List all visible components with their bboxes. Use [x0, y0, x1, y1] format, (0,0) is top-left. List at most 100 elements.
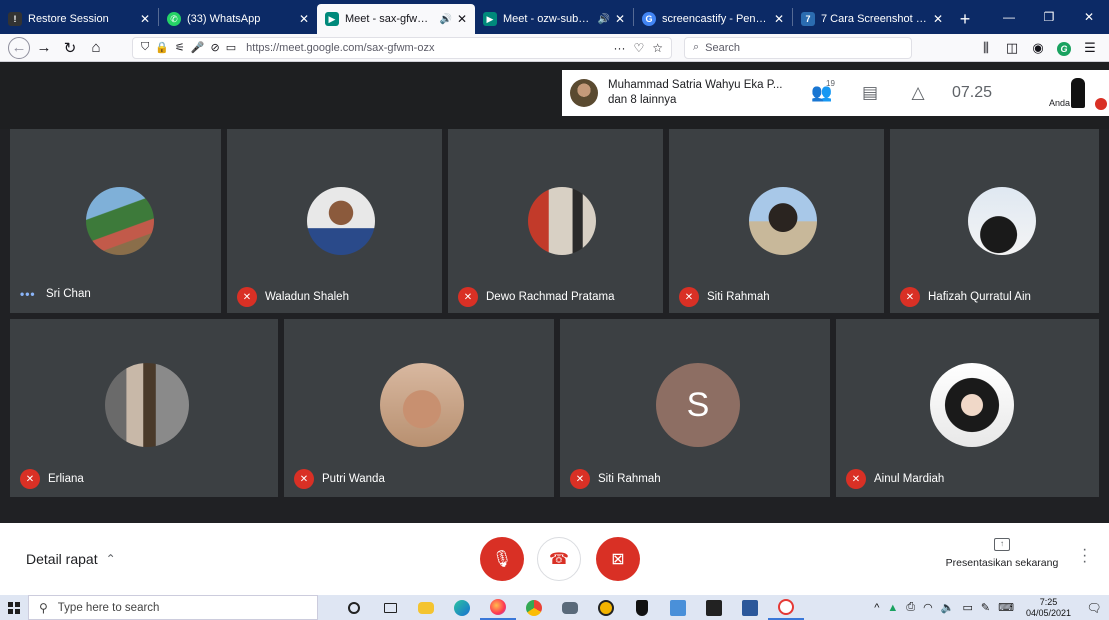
taskbar-search-placeholder: Type here to search [57, 601, 160, 614]
toggle-camera-button[interactable]: ⊠ [596, 537, 640, 581]
screen-recorder-button[interactable] [768, 595, 804, 620]
whatsapp-icon: ✆ [167, 12, 181, 26]
participant-tile[interactable]: ✕ Hafizah Qurratul Ain [890, 129, 1099, 313]
participant-name-label: Putri Wanda [322, 473, 385, 485]
mic-off-icon: ✕ [458, 287, 478, 307]
participant-avatar [528, 187, 596, 255]
forward-button[interactable]: → [32, 36, 56, 60]
permissions-icon[interactable]: ⚟ [175, 41, 185, 54]
participant-tile[interactable]: ✕ Erliana [10, 319, 278, 503]
participant-avatar [380, 363, 464, 447]
participant-tile[interactable]: ✕ Ainul Mardiah [836, 319, 1099, 503]
close-window-button[interactable]: ✕ [1069, 0, 1109, 34]
tab-label: Meet - sax-gfwm-ozx [345, 13, 437, 25]
start-button[interactable] [0, 595, 28, 620]
cortana-icon [348, 601, 360, 614]
restore-button[interactable]: ❐ [1029, 0, 1069, 34]
word-button[interactable] [732, 595, 768, 620]
participant-tile[interactable]: S ✕ Siti Rahmah [560, 319, 830, 503]
speaker-icon[interactable]: 🔊 [440, 14, 452, 25]
reload-button[interactable]: ↻ [58, 36, 82, 60]
grammarly-icon[interactable]: G [1051, 40, 1077, 56]
account-icon[interactable]: ◉ [1025, 40, 1051, 56]
screen-share-icon[interactable]: ▭ [226, 41, 236, 54]
pen-icon[interactable]: ✎ [981, 601, 990, 614]
wifi-icon[interactable]: ◠ [923, 601, 933, 614]
meet-top-bar: Muhammad Satria Wahyu Eka P... dan 8 lai… [0, 62, 1109, 129]
chat-button[interactable]: ▤ [846, 83, 894, 103]
store-icon [706, 599, 722, 616]
participant-tile[interactable]: ✕ Putri Wanda [284, 319, 554, 503]
cortana-button[interactable] [336, 595, 372, 620]
bookmark-star-icon[interactable]: ☆ [652, 41, 663, 55]
usb-icon[interactable]: ⎙ [906, 601, 915, 614]
battery-icon[interactable]: ▭ [962, 601, 972, 614]
meeting-details-button[interactable]: Detail rapat ⌃ [26, 551, 116, 567]
activities-button[interactable]: △ [894, 83, 942, 103]
url-bar[interactable]: ⛉ 🔒 ⚟ 🎤 ⊘ ▭ https://meet.google.com/sax-… [132, 36, 672, 59]
present-now-button[interactable]: ↑ Presentasikan sekarang [940, 537, 1064, 569]
show-hidden-icons-button[interactable]: ^ [874, 602, 879, 614]
page-actions-icon[interactable]: ··· [613, 41, 625, 55]
tab-whatsapp[interactable]: ✆ (33) WhatsApp ✕ [159, 4, 317, 34]
toggle-mic-button[interactable]: 🎙 [480, 537, 524, 581]
more-options-button[interactable]: · · · [1082, 542, 1087, 570]
pocket-icon[interactable]: ♡ [633, 41, 644, 55]
more-vert-icon: · · · [1082, 541, 1088, 570]
image-icon [670, 599, 686, 616]
keyboard-icon[interactable]: ⌨ [998, 601, 1014, 614]
participants-button[interactable]: 👥 19 [798, 79, 846, 103]
security-app-button[interactable] [624, 595, 660, 620]
shield-icon[interactable]: ⛉ [141, 41, 149, 54]
task-view-button[interactable] [372, 595, 408, 620]
tab-meet-ozw-subg-ruo[interactable]: ▶ Meet - ozw-subg-ruo 🔊 ✕ [475, 4, 633, 34]
notification-icon[interactable]: 🗨 [1083, 601, 1105, 615]
close-icon[interactable]: ✕ [931, 12, 945, 26]
self-view[interactable]: Anda [1043, 70, 1109, 116]
participant-tile[interactable]: ••• Sri Chan [10, 129, 221, 313]
back-button[interactable]: ← [8, 36, 30, 59]
chrome-button[interactable] [516, 595, 552, 620]
system-tray: ^ ▲ ⎙ ◠ 🔈 ▭ ✎ ⌨ 7:25 04/05/2021 🗨 [870, 595, 1109, 620]
minimize-button[interactable]: — [989, 0, 1029, 34]
tab-google-search[interactable]: G screencastify - Penelusur ✕ [634, 4, 792, 34]
microphone-icon[interactable]: 🎤 [191, 41, 205, 54]
home-button[interactable]: ⌂ [84, 36, 108, 60]
participant-tile[interactable]: ✕ Siti Rahmah [669, 129, 884, 313]
close-icon[interactable]: ✕ [297, 12, 311, 26]
search-input[interactable]: ⌕ Search [684, 36, 912, 59]
participant-initial: S [686, 385, 710, 424]
tab-restore-session[interactable]: ! Restore Session ✕ [0, 4, 158, 34]
library-icon[interactable]: ⫼ [973, 40, 999, 56]
close-icon[interactable]: ✕ [455, 12, 469, 26]
leave-call-button[interactable]: ☎ [537, 537, 581, 581]
menu-icon[interactable]: ☰ [1077, 40, 1103, 56]
close-icon[interactable]: ✕ [138, 12, 152, 26]
tab-meet-sax-gfwm-ozx[interactable]: ▶ Meet - sax-gfwm-ozx 🔊 ✕ [317, 4, 475, 34]
store-button[interactable] [696, 595, 732, 620]
sidebar-icon[interactable]: ◫ [999, 40, 1025, 56]
volume-icon[interactable]: 🔈 [941, 601, 955, 614]
participant-tile[interactable]: ✕ Waladun Shaleh [227, 129, 442, 313]
drive-icon[interactable]: ▲ [887, 602, 898, 614]
edge-button[interactable] [444, 595, 480, 620]
participant-avatar [86, 187, 154, 255]
close-icon[interactable]: ✕ [613, 12, 627, 26]
image-app-button[interactable] [660, 595, 696, 620]
taskbar-search-input[interactable]: ⚲ Type here to search [28, 595, 318, 620]
file-explorer-button[interactable] [408, 595, 444, 620]
camera-off-icon[interactable]: ⊘ [211, 41, 220, 54]
new-tab-button[interactable]: + [951, 4, 979, 34]
lock-icon[interactable]: 🔒 [155, 41, 169, 54]
meet-control-bar: Detail rapat ⌃ 🎙 ☎ ⊠ ↑ Presentasikan sek… [0, 523, 1109, 595]
camera-app-button[interactable] [552, 595, 588, 620]
tab-screenshot-article[interactable]: 7 7 Cara Screenshot di Lap ✕ [793, 4, 951, 34]
presenter-info[interactable]: Muhammad Satria Wahyu Eka P... dan 8 lai… [608, 78, 798, 108]
participant-tile[interactable]: ✕ Dewo Rachmad Pratama [448, 129, 663, 313]
chat-icon: ▤ [861, 83, 879, 102]
firefox-button[interactable] [480, 595, 516, 620]
app-button[interactable] [588, 595, 624, 620]
close-icon[interactable]: ✕ [772, 12, 786, 26]
taskbar-clock[interactable]: 7:25 04/05/2021 [1026, 597, 1071, 619]
speaker-icon[interactable]: 🔊 [598, 14, 610, 25]
